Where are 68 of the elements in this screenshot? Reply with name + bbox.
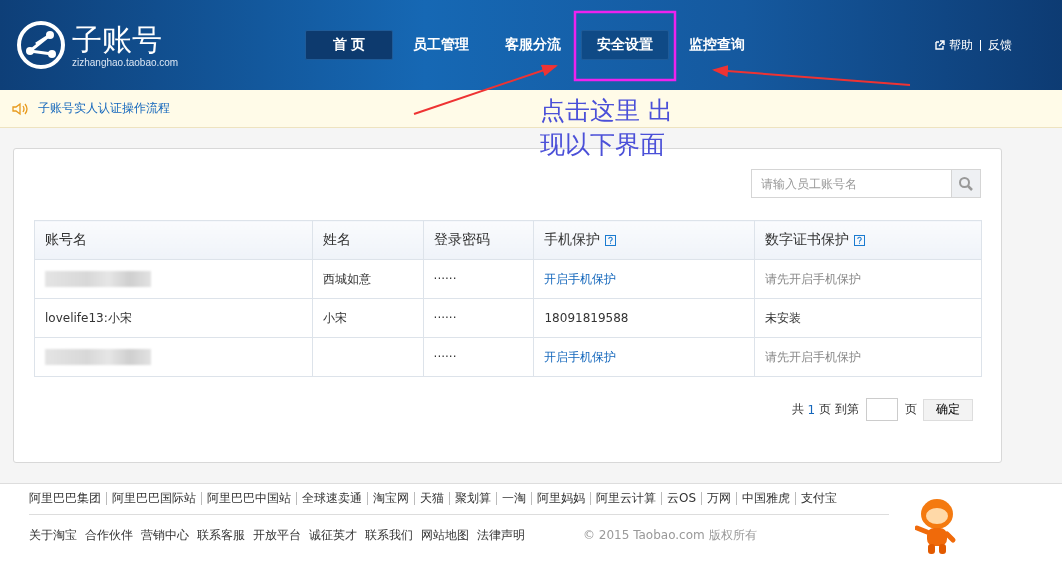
footer-link[interactable]: 阿里云计算 (590, 492, 661, 505)
footer-link[interactable]: 中国雅虎 (736, 492, 796, 505)
mascot-icon (915, 496, 957, 556)
enable-phone-link[interactable]: 开启手机保护 (534, 259, 755, 299)
footer-link[interactable]: 全球速卖通 (296, 492, 367, 505)
footer-link[interactable]: 阿里巴巴中国站 (201, 492, 296, 505)
name-cell: 小宋 (312, 298, 424, 338)
account-cell: lovelife13:小宋 (34, 298, 313, 338)
help-link[interactable]: 帮助 (949, 36, 973, 54)
footer-link[interactable]: 网站地图 (421, 527, 469, 544)
column-header: 登录密码 (423, 220, 534, 260)
external-link-icon (935, 40, 945, 50)
footer-link[interactable]: 天猫 (414, 492, 449, 505)
footer-link[interactable]: 营销中心 (141, 527, 189, 544)
help-icon[interactable] (854, 234, 866, 246)
column-header: 姓名 (312, 220, 424, 260)
column-header: 账号名 (34, 220, 313, 260)
password-cell: ······ (423, 337, 534, 377)
logo-title: 子账号 (72, 22, 163, 57)
confirm-button[interactable]: 确定 (923, 398, 973, 421)
nav-tab[interactable]: 监控查询 (673, 30, 761, 60)
footer-link[interactable]: 开放平台 (253, 527, 301, 544)
column-header: 手机保护 (534, 220, 755, 260)
speaker-icon (12, 101, 28, 116)
footer-link[interactable]: 一淘 (496, 492, 531, 505)
nav-tab[interactable]: 员工管理 (397, 30, 485, 60)
logo-domain: zizhanghao.taobao.com (72, 56, 179, 68)
pager-text: 共 (791, 401, 804, 418)
pager-text: 页 (905, 401, 917, 418)
search-button[interactable] (952, 169, 981, 198)
password-cell: ······ (423, 259, 534, 299)
annotation-text: 点击这里 出 (540, 95, 673, 127)
footer-link[interactable]: 联系我们 (365, 527, 413, 544)
nav-tab[interactable]: 客服分流 (489, 30, 577, 60)
nav-tab[interactable]: 首 页 (305, 30, 393, 60)
footer-link[interactable]: 法律声明 (477, 527, 525, 544)
column-header: 数字证书保护 (754, 220, 982, 260)
page-count: 1 (807, 402, 816, 417)
footer-link[interactable]: 淘宝网 (367, 492, 414, 505)
password-cell: ······ (423, 298, 534, 338)
copyright: © 2015 Taobao.com 版权所有 (583, 527, 757, 544)
footer-link[interactable]: 联系客服 (197, 527, 245, 544)
certificate-cell: 请先开启手机保护 (754, 259, 982, 299)
search-field[interactable]: 请输入员工账号名 (751, 169, 952, 198)
enable-phone-link[interactable]: 开启手机保护 (534, 337, 755, 377)
name-cell: 西城如意 (312, 259, 424, 299)
certificate-cell: 未安装 (754, 298, 982, 338)
help-icon[interactable] (605, 234, 617, 246)
footer-link[interactable]: 万网 (701, 492, 737, 505)
footer-link[interactable]: 云OS (661, 492, 702, 505)
footer-link[interactable]: 支付宝 (795, 492, 843, 505)
footer-link[interactable]: 合作伙伴 (85, 527, 133, 544)
certificate-cell: 请先开启手机保护 (754, 337, 982, 377)
footer-link[interactable]: 诚征英才 (309, 527, 357, 544)
footer-link[interactable]: 阿里妈妈 (531, 492, 590, 505)
search-icon (958, 175, 974, 192)
phone-cell: 18091819588 (534, 298, 755, 338)
page-input[interactable] (866, 398, 898, 421)
footer-link[interactable]: 阿里巴巴集团 (29, 492, 106, 505)
pager-text: 页 到第 (819, 401, 859, 418)
logo-icon (16, 20, 66, 70)
footer-link[interactable]: 阿里巴巴国际站 (106, 492, 201, 505)
footer-link[interactable]: 关于淘宝 (29, 527, 77, 544)
annotation-text: 现以下界面 (540, 129, 666, 161)
footer-link[interactable]: 聚划算 (449, 492, 496, 505)
feedback-link[interactable]: 反馈 (988, 36, 1012, 54)
nav-tab[interactable]: 安全设置 (581, 30, 669, 60)
notice-link[interactable]: 子账号实人认证操作流程 (38, 100, 170, 117)
